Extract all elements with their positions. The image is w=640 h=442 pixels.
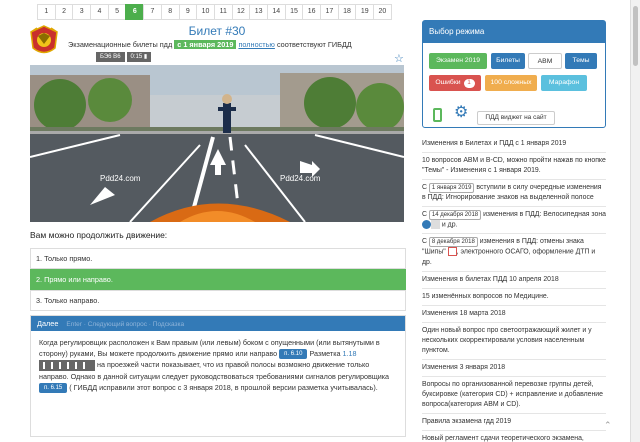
errors-count-badge: 1 (463, 79, 475, 88)
page-5[interactable]: 5 (107, 4, 127, 20)
news-item: С 14 декабря 2018 изменения в ПДД: Велос… (422, 207, 606, 235)
news-item: 10 вопросов АВМ и В-СD, можно пройти наж… (422, 153, 606, 180)
page-4[interactable]: 4 (90, 4, 109, 20)
divider (30, 436, 406, 437)
timer-value: 0:15 (130, 54, 143, 60)
page-3[interactable]: 3 (72, 4, 92, 20)
marking-link-1-18[interactable]: 1.18 (343, 349, 357, 358)
next-hint: Enter · Следующий вопрос · Подсказка (66, 321, 185, 328)
news-text: и др. (441, 221, 458, 229)
date-box: 8 декабря 2018 (428, 237, 478, 248)
news-list: Изменения в Билетах и ПДД с 1 января 201… (422, 136, 606, 442)
answer-option-3[interactable]: 3. Только направо. (30, 290, 406, 311)
exam-2019-button[interactable]: Экзамен 2019 (429, 53, 487, 69)
page-6[interactable]: 6 (125, 4, 145, 20)
news-text: С (422, 238, 427, 246)
road-scene: Pdd24.com Pdd24.com (30, 65, 404, 222)
page-10[interactable]: 10 (196, 4, 215, 20)
explanation-header[interactable]: Далее Enter · Следующий вопрос · Подсказ… (31, 316, 405, 331)
ticket-chips: БЭ6 В6 0:15 ▮ (96, 52, 153, 62)
news-item[interactable]: Изменения в билетах ПДД 10 апреля 2018 (422, 272, 606, 289)
rule-tag-6-15[interactable]: п. 6.15 (39, 382, 68, 393)
page-18[interactable]: 18 (337, 4, 357, 20)
page-15[interactable]: 15 (284, 4, 304, 20)
bike-zone-end-sign-icon (431, 220, 440, 229)
page-19[interactable]: 19 (355, 4, 375, 20)
watermark-right: Pdd24.com (280, 174, 321, 183)
news-item[interactable]: Правила экзамена гдд 2019 (422, 414, 606, 431)
star-icon[interactable]: ☆ (394, 52, 404, 65)
news-text: изменения в ПДД: Велосипедная зона (483, 211, 606, 218)
explanation-text: Когда регулировщик расположен к Вам прав… (31, 331, 405, 393)
errors-label: Ошибки (435, 79, 461, 86)
phone-icon[interactable] (433, 108, 442, 122)
news-item: Новый регламент сдачи теоретического экз… (422, 431, 606, 442)
news-text: С (422, 184, 427, 191)
rule-tag-6-10[interactable]: п. 6.10 (279, 349, 308, 360)
ticket-pagination: 1 2 3 4 5 6 7 8 9 10 11 12 13 14 15 16 17 18 19 20 (37, 4, 392, 20)
page-13[interactable]: 13 (249, 4, 268, 20)
road-marking-icon (39, 359, 95, 371)
ticket-title: Билет #30 (188, 24, 246, 38)
tickets-button[interactable]: Билеты (491, 53, 525, 69)
page-7[interactable]: 7 (143, 4, 162, 20)
news-item[interactable]: Изменения 3 января 2018 (422, 360, 606, 377)
answer-option-1[interactable]: 1. Только прямо. (30, 248, 406, 269)
hard-100-button[interactable]: 100 сложных (485, 75, 537, 91)
answer-option-2[interactable]: 2. Прямо или направо. (30, 269, 406, 290)
gear-icon[interactable]: ⚙ (454, 105, 468, 121)
subtitle-link[interactable]: полностью (238, 40, 274, 49)
news-item: 15 изменённых вопросов по Медицине. (422, 289, 606, 306)
gibdd-emblem-icon (30, 25, 58, 54)
timer-chip: 0:15 ▮ (126, 52, 152, 62)
question-image: Pdd24.com Pdd24.com (30, 65, 404, 222)
scrollbar[interactable] (630, 0, 640, 442)
topics-button[interactable]: Темы (565, 53, 597, 69)
question-text: Вам можно продолжить движение: (30, 230, 168, 240)
spikes-sign-icon (447, 247, 457, 257)
abm-button[interactable]: АВМ (528, 53, 562, 69)
date-box: 14 декабря 2018 (428, 210, 482, 220)
mode-panel: Выбор режима Экзамен 2019 Билеты АВМ Тем… (422, 20, 606, 128)
next-label[interactable]: Далее (37, 319, 58, 328)
errors-button[interactable]: Ошибки 1 (429, 75, 481, 91)
widget-button[interactable]: ПДД виджет на сайт (477, 111, 555, 125)
page-16[interactable]: 16 (302, 4, 321, 20)
page-8[interactable]: 8 (160, 4, 180, 20)
page-14[interactable]: 14 (266, 4, 286, 20)
chevron-up-icon[interactable]: ⌃ (604, 420, 618, 434)
news-item[interactable]: Изменения 18 марта 2018 (422, 306, 606, 323)
news-item: С 8 декабря 2018 изменения в ПДД: отмены… (422, 234, 606, 272)
news-item: Вопросы по организованной перевозке груп… (422, 377, 606, 414)
date-box: 1 января 2019 (428, 183, 475, 193)
subtitle-date-badge: с 1 января 2019 (174, 40, 237, 49)
category-chip: БЭ6 В6 (96, 52, 125, 62)
page-9[interactable]: 9 (178, 4, 198, 20)
page-12[interactable]: 12 (231, 4, 251, 20)
news-text: С (422, 211, 427, 218)
page-1[interactable]: 1 (37, 4, 56, 20)
news-item: С 1 января 2019 вступили в силу очередны… (422, 180, 606, 207)
explanation-part-4: ( ГИБДД исправили этот вопрос с 3 января… (69, 382, 378, 392)
page-17[interactable]: 17 (320, 4, 339, 20)
news-item[interactable]: Изменения в Билетах и ПДД с 1 января 201… (422, 136, 606, 153)
watermark-left: Pdd24.com (100, 174, 141, 183)
page-20[interactable]: 20 (373, 4, 392, 20)
news-item: Один новый вопрос про светоотражающий жи… (422, 323, 606, 360)
explanation-panel: Далее Enter · Следующий вопрос · Подсказ… (30, 315, 406, 437)
subtitle-text-post: соответствуют ГИБДД (276, 40, 352, 49)
subtitle-text: Экзаменационные билеты пдд (68, 40, 173, 49)
explanation-part-2: Разметка (309, 349, 341, 358)
mode-panel-title: Выбор режима (423, 21, 605, 43)
ticket-subtitle: Экзаменационные билеты пдд с 1 января 20… (68, 40, 352, 49)
timer-icon: ▮ (143, 54, 148, 60)
page-2[interactable]: 2 (54, 4, 74, 20)
bike-zone-sign-icon (422, 220, 431, 229)
page-11[interactable]: 11 (213, 4, 233, 20)
marathon-button[interactable]: Марафон (541, 75, 587, 91)
